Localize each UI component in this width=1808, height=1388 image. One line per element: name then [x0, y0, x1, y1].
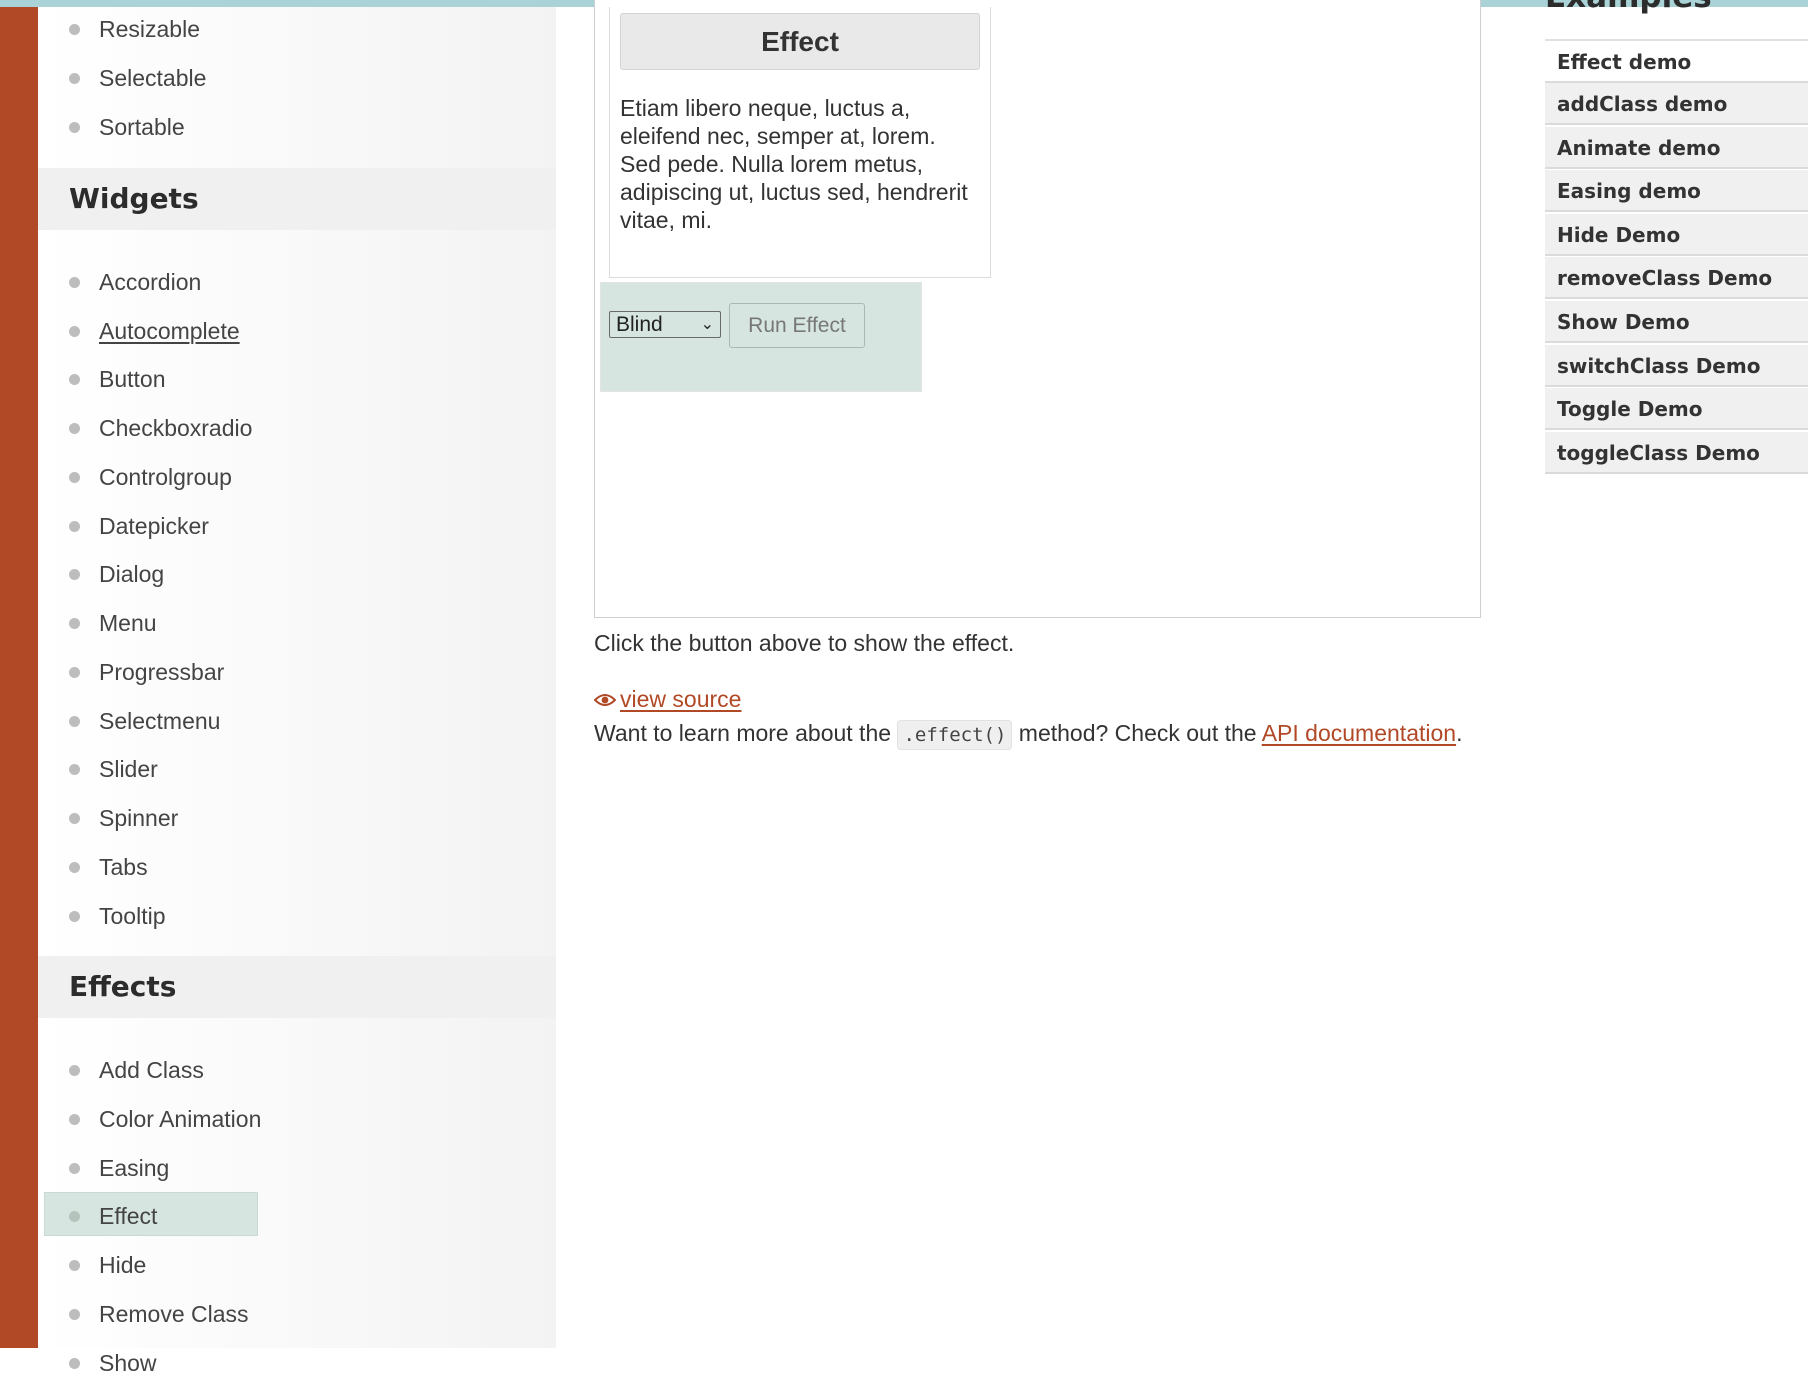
bullet-icon — [69, 521, 80, 532]
bullet-icon — [69, 1114, 80, 1125]
bullet-icon — [69, 374, 80, 385]
brand-stripe — [0, 7, 38, 1348]
bullet-icon — [69, 1260, 80, 1271]
widgets-heading: Widgets — [38, 168, 556, 230]
sidebar-item-show[interactable]: Show — [38, 1339, 556, 1388]
sidebar-item-progressbar[interactable]: Progressbar — [38, 648, 556, 697]
bullet-icon — [69, 472, 80, 483]
bullet-icon — [69, 569, 80, 580]
example-addclass-demo[interactable]: addClass demo — [1545, 83, 1808, 125]
example-effect-demo[interactable]: Effect demo — [1545, 41, 1808, 83]
sidebar-item-resizable[interactable]: Resizable — [38, 5, 556, 54]
bullet-icon — [69, 813, 80, 824]
bullet-icon — [69, 326, 80, 337]
effect-box-header: Effect — [620, 13, 980, 70]
sidebar-item-color-animation[interactable]: Color Animation — [38, 1095, 556, 1144]
sidebar-item-tabs[interactable]: Tabs — [38, 843, 556, 892]
sidebar-item-slider[interactable]: Slider — [38, 745, 556, 794]
bullet-icon — [69, 1065, 80, 1076]
bullet-icon — [69, 618, 80, 629]
sidebar: Resizable Selectable Sortable Widgets Ac… — [38, 5, 556, 1376]
bullet-icon — [69, 73, 80, 84]
examples-heading: Examples — [1545, 0, 1712, 15]
bullet-icon — [69, 667, 80, 678]
bullet-icon — [69, 1211, 80, 1222]
bullet-icon — [69, 862, 80, 873]
sidebar-item-tooltip[interactable]: Tooltip — [38, 892, 556, 941]
sidebar-item-selectmenu[interactable]: Selectmenu — [38, 697, 556, 746]
eye-icon — [593, 686, 620, 713]
sidebar-item-spinner[interactable]: Spinner — [38, 794, 556, 843]
example-hide-demo[interactable]: Hide Demo — [1545, 214, 1808, 256]
example-animate-demo[interactable]: Animate demo — [1545, 127, 1808, 169]
method-code: .effect() — [897, 720, 1013, 750]
bullet-icon — [69, 1309, 80, 1320]
sidebar-item-effect[interactable]: Effect — [38, 1192, 556, 1241]
bullet-icon — [69, 24, 80, 35]
sidebar-item-sortable[interactable]: Sortable — [38, 103, 556, 152]
example-switchclass-demo[interactable]: switchClass Demo — [1545, 345, 1808, 387]
sidebar-item-controlgroup[interactable]: Controlgroup — [38, 453, 556, 502]
sidebar-item-selectable[interactable]: Selectable — [38, 54, 556, 103]
bullet-icon — [69, 911, 80, 922]
demo-description: Click the button above to show the effec… — [594, 630, 1015, 656]
bullet-icon — [69, 423, 80, 434]
learn-more-text: Want to learn more about the .effect() m… — [594, 720, 1462, 750]
sidebar-item-hide[interactable]: Hide — [38, 1241, 556, 1290]
sidebar-item-autocomplete[interactable]: Autocomplete — [38, 307, 556, 356]
bullet-icon — [69, 716, 80, 727]
effect-type-select[interactable]: Blind ⌄ — [609, 311, 721, 338]
view-source-link[interactable]: view source — [593, 686, 741, 713]
sidebar-item-accordion[interactable]: Accordion — [38, 258, 556, 307]
sidebar-item-dialog[interactable]: Dialog — [38, 550, 556, 599]
sidebar-item-easing[interactable]: Easing — [38, 1144, 556, 1193]
example-easing-demo[interactable]: Easing demo — [1545, 170, 1808, 212]
example-show-demo[interactable]: Show Demo — [1545, 301, 1808, 343]
effect-box-text: Etiam libero neque, luctus a, eleifend n… — [620, 95, 968, 233]
chevron-down-icon: ⌄ — [700, 316, 714, 333]
bullet-icon — [69, 764, 80, 775]
example-toggleclass-demo[interactable]: toggleClass Demo — [1545, 432, 1808, 474]
bullet-icon — [69, 277, 80, 288]
sidebar-item-checkboxradio[interactable]: Checkboxradio — [38, 404, 556, 453]
sidebar-item-remove-class[interactable]: Remove Class — [38, 1290, 556, 1339]
effects-heading: Effects — [38, 956, 556, 1018]
bullet-icon — [69, 122, 80, 133]
api-documentation-link[interactable]: API documentation — [1262, 720, 1456, 746]
sidebar-item-menu[interactable]: Menu — [38, 599, 556, 648]
bullet-icon — [69, 1163, 80, 1174]
effect-type-value: Blind — [616, 313, 663, 336]
example-removeclass-demo[interactable]: removeClass Demo — [1545, 257, 1808, 299]
sidebar-item-datepicker[interactable]: Datepicker — [38, 502, 556, 551]
bullet-icon — [69, 1358, 80, 1369]
sidebar-item-button[interactable]: Button — [38, 355, 556, 404]
example-toggle-demo[interactable]: Toggle Demo — [1545, 388, 1808, 430]
run-effect-button[interactable]: Run Effect — [729, 303, 865, 348]
sidebar-item-add-class[interactable]: Add Class — [38, 1046, 556, 1095]
